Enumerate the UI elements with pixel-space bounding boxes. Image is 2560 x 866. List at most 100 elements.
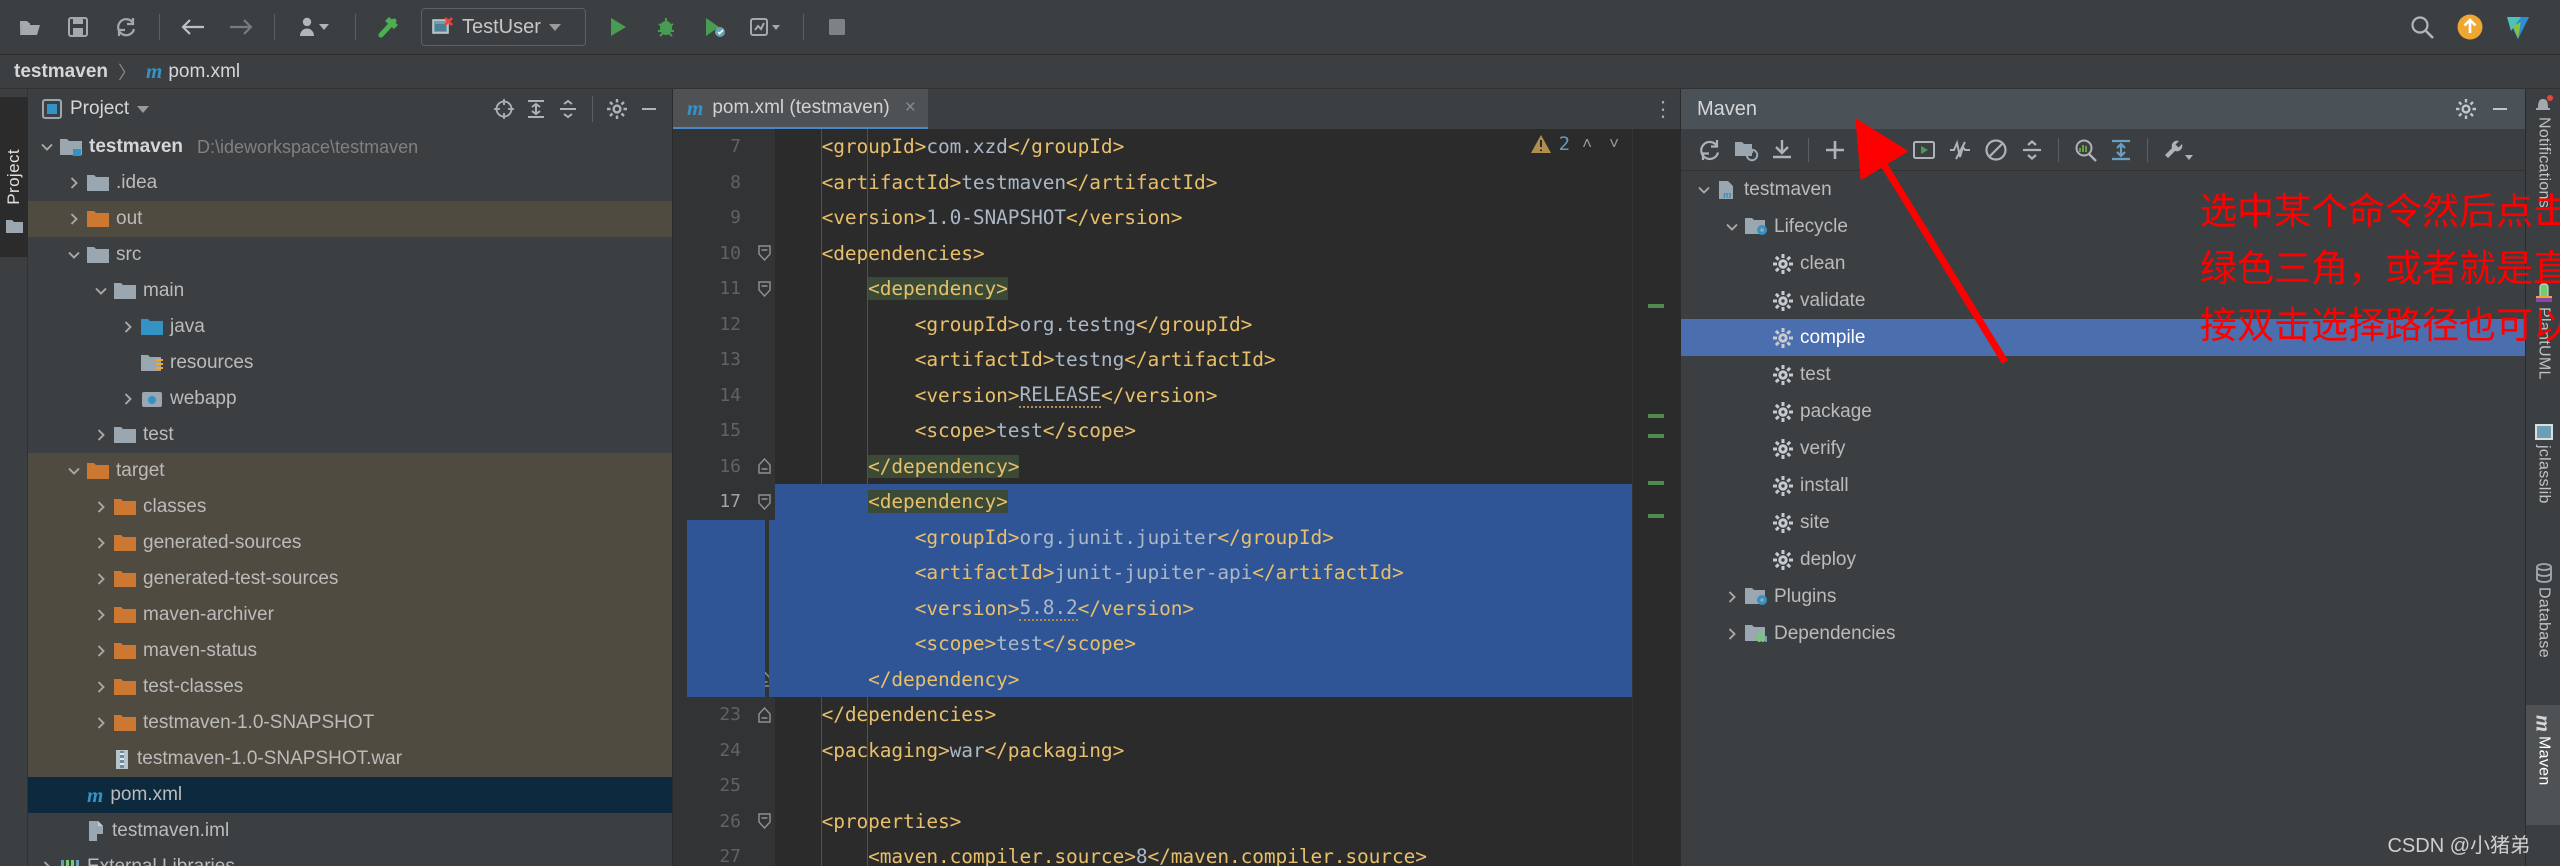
maven-tree[interactable]: m testmaven Lifecycle clean validate compile t…	[1681, 171, 2525, 866]
expand-dependencies-icon[interactable]	[2104, 133, 2138, 167]
chevron-right-icon[interactable]	[88, 680, 114, 694]
project-view-chevron-down-icon[interactable]	[137, 105, 150, 113]
collapse-all-icon[interactable]	[2015, 133, 2049, 167]
code-line[interactable]: </dependency>	[775, 661, 1632, 697]
forward-icon[interactable]	[222, 8, 260, 46]
chevron-right-icon[interactable]	[88, 644, 114, 658]
code-line[interactable]: <version> 1.0-SNAPSHOT </version>	[775, 200, 1632, 236]
tree-row-target[interactable]: target	[28, 453, 672, 489]
tree-row-java[interactable]: java	[28, 309, 672, 345]
fold-expand-icon[interactable]	[753, 449, 775, 485]
maven-tree-row-lifecycle[interactable]: Lifecycle	[1681, 208, 2525, 245]
chevron-right-icon[interactable]	[88, 428, 114, 442]
sync-icon[interactable]	[107, 8, 145, 46]
tree-row-generated-sources[interactable]: generated-sources	[28, 525, 672, 561]
run-maven-goal-icon[interactable]	[1871, 133, 1905, 167]
chevron-right-icon[interactable]	[88, 500, 114, 514]
download-sources-icon[interactable]	[1765, 133, 1799, 167]
project-tree[interactable]: testmaven D:\ideworkspace\testmaven .idea o…	[28, 129, 672, 866]
chevron-right-icon[interactable]	[61, 212, 87, 226]
collapse-all-icon[interactable]	[553, 94, 583, 124]
stop-button[interactable]	[818, 8, 856, 46]
fold-collapse-icon[interactable]	[753, 484, 775, 520]
code-line[interactable]: <groupId> com.xzd </groupId>	[775, 129, 1632, 165]
tree-row-src[interactable]: src	[28, 237, 672, 273]
chevron-right-icon[interactable]	[88, 536, 114, 550]
tree-row-maven-status[interactable]: maven-status	[28, 633, 672, 669]
maven-tree-row-validate[interactable]: validate	[1681, 282, 2525, 319]
search-everywhere-icon[interactable]	[2403, 8, 2441, 46]
back-icon[interactable]	[174, 8, 212, 46]
chevron-right-icon[interactable]	[1719, 627, 1745, 641]
chevron-right-icon[interactable]	[61, 176, 87, 190]
code-line[interactable]: <artifactId> junit-jupiter-api </artifactI…	[775, 555, 1632, 591]
tree-row-webapp[interactable]: webapp	[28, 381, 672, 417]
code-text-area[interactable]: <groupId> com.xzd </groupId> <artifactId> t…	[775, 129, 1632, 866]
editor-scrollbar[interactable]	[1632, 129, 1680, 866]
next-problem-icon[interactable]: ˅	[1604, 134, 1624, 154]
tree-row-testmaven-1-0-snapshot[interactable]: testmaven-1.0-SNAPSHOT	[28, 705, 672, 741]
maven-tree-row-clean[interactable]: clean	[1681, 245, 2525, 282]
maven-tree-row-deploy[interactable]: deploy	[1681, 541, 2525, 578]
hammer-build-icon[interactable]	[370, 8, 408, 46]
code-line[interactable]: <version> RELEASE </version>	[775, 378, 1632, 414]
tree-row-out[interactable]: out	[28, 201, 672, 237]
chevron-right-icon[interactable]	[34, 860, 60, 866]
fold-expand-icon[interactable]	[753, 697, 775, 733]
hide-maven-panel-icon[interactable]	[2485, 94, 2515, 124]
tree-row-testmaven-1-0-snapshot-war[interactable]: testmaven-1.0-SNAPSHOT.war	[28, 741, 672, 777]
editor-options-icon[interactable]: ⋮	[1646, 89, 1680, 129]
code-line[interactable]: </dependency>	[775, 449, 1632, 485]
chevron-down-icon[interactable]	[1691, 183, 1717, 197]
code-line[interactable]: <dependency>	[775, 271, 1632, 307]
chevron-down-icon[interactable]	[61, 464, 87, 478]
code-line[interactable]: <version> 5.8.2 </version>	[775, 590, 1632, 626]
close-icon[interactable]: ×	[905, 97, 916, 119]
code-line[interactable]: <scope> test </scope>	[775, 413, 1632, 449]
breadcrumb-project[interactable]: testmaven	[14, 61, 108, 83]
maven-tree-row-testmaven[interactable]: m testmaven	[1681, 171, 2525, 208]
settings-gear-icon[interactable]	[602, 94, 632, 124]
code-line[interactable]: <dependency>	[775, 484, 1632, 520]
code-folding-gutter[interactable]	[753, 129, 775, 866]
chevron-down-icon[interactable]	[34, 140, 60, 154]
expand-all-icon[interactable]	[521, 94, 551, 124]
chevron-right-icon[interactable]	[88, 572, 114, 586]
run-configuration-selector[interactable]: TestUser	[421, 8, 586, 46]
reload-all-maven-projects-icon[interactable]	[1693, 133, 1727, 167]
fold-collapse-icon[interactable]	[753, 804, 775, 840]
code-line[interactable]: <maven.compiler.source> 8 </maven.compiler…	[775, 839, 1632, 866]
generate-sources-icon[interactable]	[1729, 133, 1763, 167]
toggle-skip-tests-icon[interactable]	[1943, 133, 1977, 167]
tool-window-button-notifications[interactable]: Notifications	[2526, 89, 2560, 277]
tree-row-resources[interactable]: resources	[28, 345, 672, 381]
toggle-offline-mode-icon[interactable]	[1979, 133, 2013, 167]
ide-logo-icon[interactable]	[2499, 8, 2537, 46]
chevron-right-icon[interactable]	[115, 320, 141, 334]
debug-button[interactable]	[647, 8, 685, 46]
chevron-right-icon[interactable]	[1719, 590, 1745, 604]
maven-tree-row-install[interactable]: install	[1681, 467, 2525, 504]
tree-row-pom-xml[interactable]: m pom.xml	[28, 777, 672, 813]
maven-tree-row-verify[interactable]: verify	[1681, 430, 2525, 467]
chevron-right-icon[interactable]	[115, 392, 141, 406]
code-line[interactable]: <groupId> org.junit.jupiter </groupId>	[775, 519, 1632, 555]
execute-maven-goal-icon[interactable]	[1907, 133, 1941, 167]
code-line[interactable]: <scope> test </scope>	[775, 626, 1632, 662]
add-maven-project-icon[interactable]	[1818, 133, 1852, 167]
chevron-down-icon[interactable]	[548, 23, 561, 31]
run-button[interactable]	[599, 8, 637, 46]
code-line[interactable]: <groupId> org.testng </groupId>	[775, 307, 1632, 343]
fold-collapse-icon[interactable]	[753, 236, 775, 272]
tree-row-generated-test-sources[interactable]: generated-test-sources	[28, 561, 672, 597]
open-folder-icon[interactable]	[11, 8, 49, 46]
chevron-right-icon[interactable]	[88, 608, 114, 622]
code-line[interactable]: <dependencies>	[775, 236, 1632, 272]
maven-tree-row-test[interactable]: test	[1681, 356, 2525, 393]
code-line[interactable]: <packaging> war </packaging>	[775, 733, 1632, 769]
run-with-coverage-button[interactable]	[695, 8, 733, 46]
tree-row-testmaven[interactable]: testmaven D:\ideworkspace\testmaven	[28, 129, 672, 165]
code-line[interactable]	[775, 768, 1632, 804]
maven-tree-row-compile[interactable]: compile	[1681, 319, 2525, 356]
show-dependencies-icon[interactable]	[2068, 133, 2102, 167]
